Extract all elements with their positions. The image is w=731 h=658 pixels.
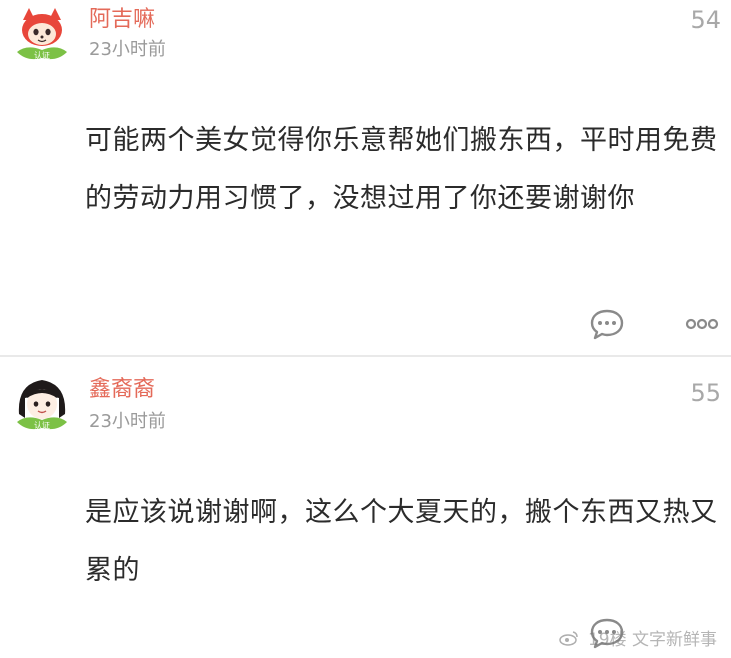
watermark-source: 文字新鲜事 xyxy=(632,630,717,650)
comment-item: 认证 阿吉嘛 23小时前 54 可能两个美女觉得你乐意帮她们搬东西，平时用免费的… xyxy=(0,0,731,356)
timestamp: 23小时前 xyxy=(89,411,166,432)
watermark: 19楼 文字新鲜事 xyxy=(558,630,717,650)
reply-icon[interactable] xyxy=(589,308,625,344)
comment-item: 认证 鑫裔裔 23小时前 55 是应该说谢谢啊，这么个大夏天的，搬个东西又热又累… xyxy=(0,357,731,658)
comment-text: 是应该说谢谢啊，这么个大夏天的，搬个东西又热又累的 xyxy=(85,497,718,586)
red-fox-avatar-icon: 认证 xyxy=(12,7,72,67)
timestamp: 23小时前 xyxy=(89,39,166,60)
user-avatar[interactable]: 认证 xyxy=(11,6,73,68)
avatar-badge-text: 认证 xyxy=(34,420,50,430)
more-icon[interactable] xyxy=(685,316,719,336)
avatar-badge-text: 认证 xyxy=(34,50,50,60)
weibo-icon xyxy=(558,630,579,650)
watermark-floor: 19楼 xyxy=(587,630,627,650)
user-avatar[interactable]: 认证 xyxy=(11,374,73,436)
comment-text: 可能两个美女觉得你乐意帮她们搬东西，平时用免费的劳动力用习惯了，没想过用了你还要… xyxy=(85,125,718,214)
floor-number: 55 xyxy=(690,379,721,407)
username[interactable]: 鑫裔裔 xyxy=(89,379,155,401)
username[interactable]: 阿吉嘛 xyxy=(89,9,155,31)
comment-thread: 认证 阿吉嘛 23小时前 54 可能两个美女觉得你乐意帮她们搬东西，平时用免费的… xyxy=(0,0,731,658)
comment-actions xyxy=(589,308,719,342)
girl-avatar-icon: 认证 xyxy=(12,375,72,435)
floor-number: 54 xyxy=(690,6,721,34)
